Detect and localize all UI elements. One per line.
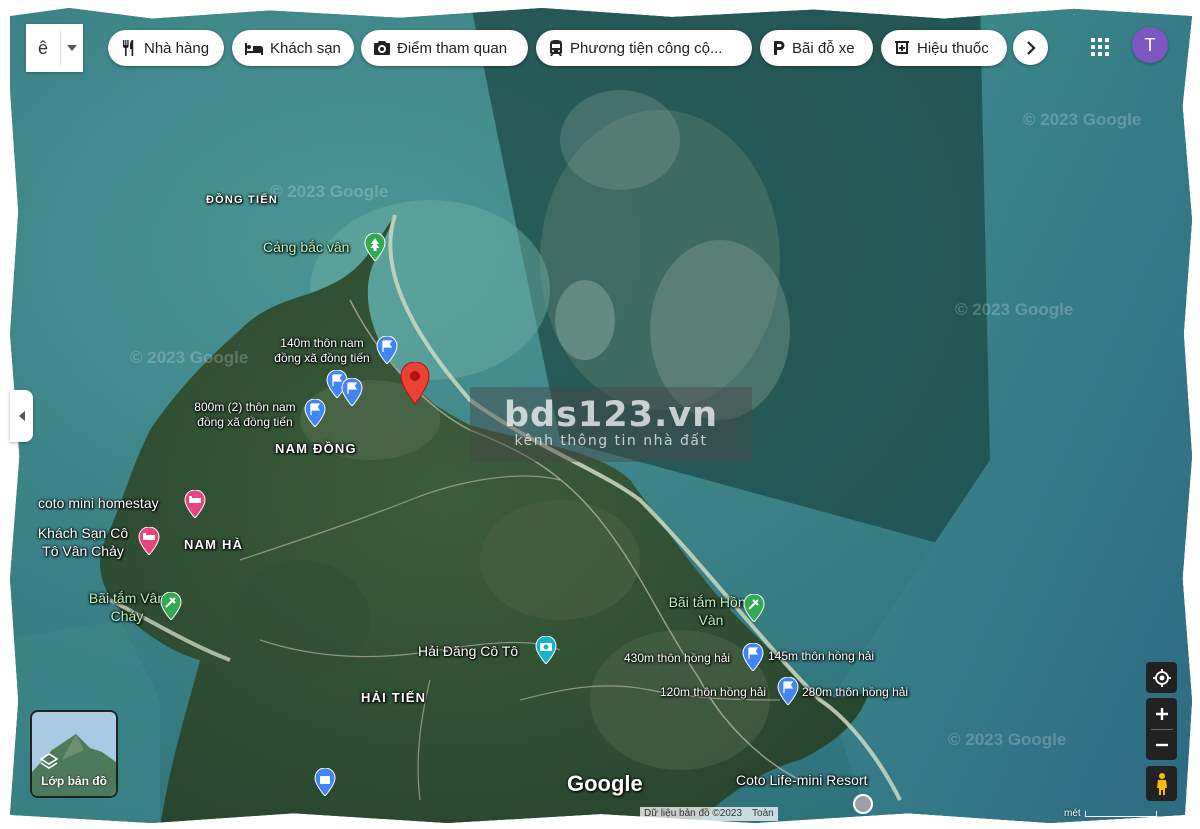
chip-label: Bãi đỗ xe [792,39,855,57]
pharmacy-icon [895,41,909,54]
chip-label: Hiệu thuốc [917,39,989,57]
area-label-nam-dong: NAM ĐỒNG [275,441,357,456]
zoom-in-button[interactable] [1146,699,1177,729]
hotel-pin-icon[interactable] [138,527,160,555]
side-panel-toggle[interactable] [10,390,33,442]
layers-icon [40,753,58,769]
flag-pin-icon[interactable] [742,643,764,671]
caret-down-icon [67,45,77,51]
brand-subtitle: kênh thông tin nhà đất [514,433,708,449]
brand-watermark-overlay: bds123.vn kênh thông tin nhà đất [470,387,752,462]
chip-label: Nhà hàng [144,39,210,57]
plus-icon [1155,707,1168,720]
hotel-icon [245,43,263,55]
pegman-icon [1156,772,1167,795]
zoom-out-button[interactable] [1146,730,1177,760]
place-label-pin-280m[interactable]: 280m thôn hồng hải [802,685,908,699]
park-pin-icon[interactable] [364,233,386,261]
search-box[interactable]: ê [26,24,83,72]
category-chip-hotels[interactable]: Khách sạn [232,30,354,66]
place-label-pin-140m[interactable]: 140m thôn nam đồng xã đồng tiến [270,336,374,366]
minus-icon [1155,743,1168,746]
layers-label: Lớp bản đồ [41,774,107,788]
place-label-pin-800m[interactable]: 800m (2) thôn nam đồng xã đồng tiến [185,400,305,430]
place-label-pin-430m[interactable]: 430m thôn hồng hải [624,651,730,665]
search-dropdown-button[interactable] [61,24,83,72]
street-view-pegman-button[interactable] [1146,766,1177,801]
category-chip-restaurants[interactable]: Nhà hàng [108,30,224,66]
scale-unit: mét [1064,808,1081,819]
map-watermark: © 2023 Google [270,182,389,201]
map-data-credit[interactable]: Dữ liệu bản đồ ©2023 [644,807,742,821]
beach-pin-icon[interactable] [743,594,765,622]
hotel-pin-icon[interactable] [184,490,206,518]
resort-marker-icon[interactable] [852,793,874,815]
flag-pin-icon[interactable] [304,399,326,427]
brand-title: bds123.vn [503,395,719,435]
category-chip-attractions[interactable]: Điểm tham quan [361,30,528,66]
place-label-bai-tam-van-chay[interactable]: Bãi tắm Vân Chảy [82,589,172,625]
category-chip-parking[interactable]: Bãi đỗ xe [760,30,873,66]
crosshair-icon [1152,668,1171,687]
map-watermark: © 2023 Google [948,730,1067,749]
selected-location-pin-icon[interactable] [400,362,430,404]
caret-left-icon [18,411,25,421]
place-label-cang-bac-van[interactable]: Cảng bắc vân [263,239,349,255]
category-chip-pharmacy[interactable]: Hiệu thuốc [881,30,1007,66]
parking-icon [774,41,785,55]
place-label-homestay[interactable]: coto mini homestay [38,495,159,511]
scale-bar [1084,811,1157,817]
map-footer: Dữ liệu bản đồ ©2023 Toàn [640,807,778,821]
more-categories-button[interactable] [1013,30,1048,65]
google-logo: Google [567,771,643,796]
place-label-resort[interactable]: Coto Life-mini Resort [736,772,868,788]
category-chip-transit[interactable]: Phương tiện công cộ... [536,30,752,66]
map-watermark: © 2023 Google [955,300,1074,319]
account-avatar[interactable]: T [1132,27,1168,63]
place-label-khach-san[interactable]: Khách Sạn Cô Tô Vân Chảy [28,524,138,560]
flag-pin-icon[interactable] [777,677,799,705]
transit-icon [550,40,562,56]
map-window: © 2023 Google © 2023 Google © 2023 Googl… [0,0,1200,829]
place-label-pin-120m[interactable]: 120m thôn hồng hải [660,685,766,699]
chip-label: Phương tiện công cộ... [570,39,723,57]
place-label-hai-dang[interactable]: Hải Đăng Cô Tô [418,643,518,659]
area-label-nam-ha: NAM HÀ [184,537,244,552]
my-location-button[interactable] [1146,662,1177,693]
attraction-pin-icon[interactable] [535,636,557,664]
beach-pin-icon[interactable] [160,592,182,620]
map-watermark: © 2023 Google [1023,110,1142,129]
search-input[interactable]: ê [26,24,60,72]
map-scale[interactable]: mét [1064,807,1157,821]
flag-pin-icon[interactable] [341,378,363,406]
restaurant-icon [123,40,134,56]
chip-label: Khách sạn [270,39,341,57]
chip-label: Điểm tham quan [397,39,508,57]
map-footer-terms[interactable]: Toàn [752,807,774,821]
area-label-dong-tien: ĐỒNG TIẾN [206,194,278,206]
layers-button[interactable]: Lớp bản đồ [30,710,118,798]
map-watermark: © 2023 Google [130,348,249,367]
camera-icon [374,41,390,55]
apps-button[interactable] [1088,35,1112,59]
place-label-pin-145m[interactable]: 145m thôn hồng hải [768,649,874,663]
apps-grid-icon [1091,38,1109,56]
shopping-pin-icon[interactable] [314,768,336,796]
area-label-hai-tien: HẢI TIẾN [361,690,427,705]
zoom-controls [1146,698,1177,760]
flag-pin-icon[interactable] [376,336,398,364]
chevron-right-icon [1026,40,1036,55]
